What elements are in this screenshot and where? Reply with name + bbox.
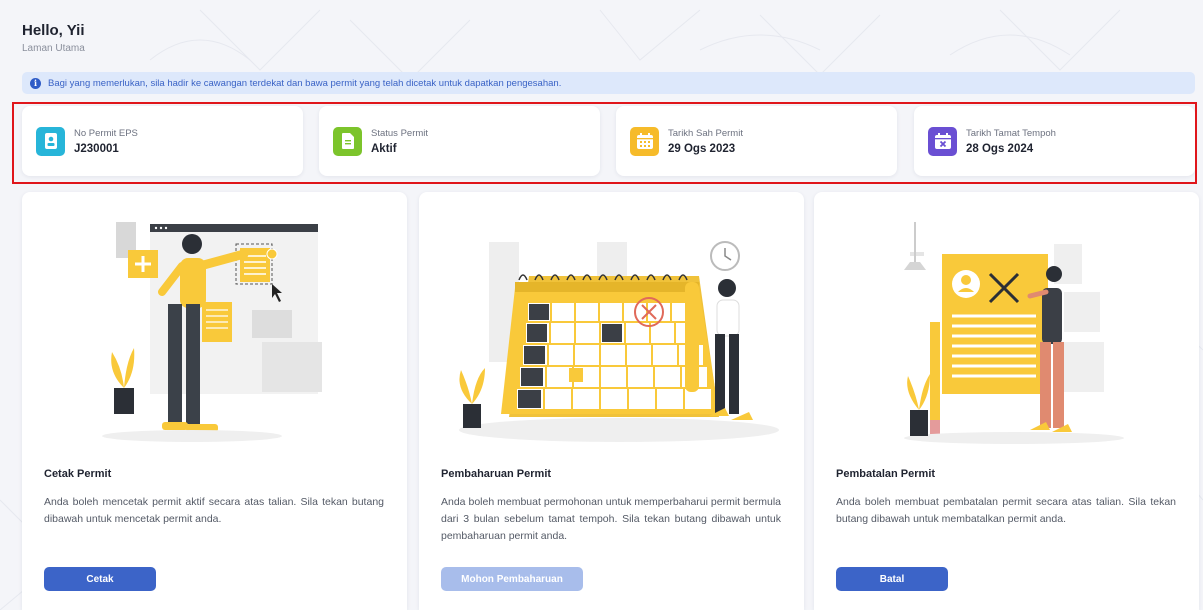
print-button[interactable]: Cetak	[44, 567, 156, 591]
card-print-permit: Cetak Permit Anda boleh mencetak permit …	[22, 192, 407, 610]
card-renew-permit: Pembaharuan Permit Anda boleh membuat pe…	[419, 192, 804, 610]
cancel-button[interactable]: Batal	[836, 567, 948, 591]
renew-button[interactable]: Mohon Pembaharuan	[441, 567, 583, 591]
card-title: Pembatalan Permit	[836, 468, 936, 480]
page-header: Hello, Yii Laman Utama	[22, 22, 85, 54]
renew-permit-illustration	[459, 241, 779, 442]
greeting-title: Hello, Yii	[22, 22, 85, 39]
card-description: Anda boleh membuat pembatalan permit sec…	[836, 496, 1176, 525]
breadcrumb: Laman Utama	[22, 43, 85, 54]
card-description: Anda boleh mencetak permit aktif secara …	[44, 496, 384, 525]
cancel-permit-illustration	[904, 222, 1124, 444]
card-description: Anda boleh membuat permohonan untuk memp…	[441, 496, 781, 542]
card-cancel-permit: Pembatalan Permit Anda boleh membuat pem…	[814, 192, 1199, 610]
print-permit-illustration	[102, 222, 322, 442]
card-title: Cetak Permit	[44, 468, 112, 480]
card-title: Pembaharuan Permit	[441, 468, 552, 480]
info-alert: i Bagi yang memerlukan, sila hadir ke ca…	[22, 72, 1195, 94]
alert-text: Bagi yang memerlukan, sila hadir ke cawa…	[48, 77, 562, 89]
info-icon: i	[30, 77, 41, 89]
highlight-box	[12, 102, 1197, 184]
